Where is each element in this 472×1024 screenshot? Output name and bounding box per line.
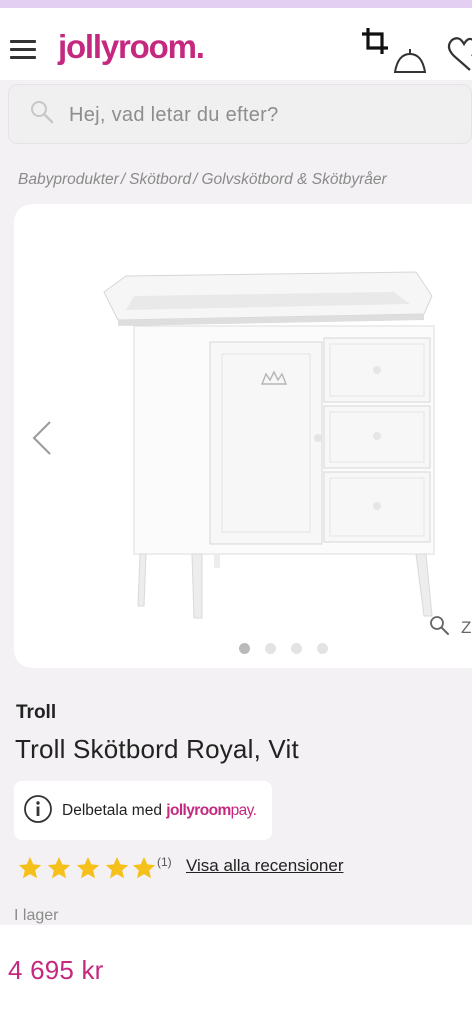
stock-status: I lager [14, 907, 59, 924]
zoom-icon[interactable] [428, 614, 452, 638]
rating-stars[interactable] [16, 854, 160, 882]
menu-icon[interactable] [10, 40, 36, 59]
installment-info[interactable]: Delbetala med jollyroompay. [14, 781, 272, 840]
gallery-dot[interactable] [265, 643, 276, 654]
installment-label: Delbetala med [62, 802, 162, 819]
zoom-label[interactable]: Z [461, 618, 471, 638]
gallery-dot[interactable] [239, 643, 250, 654]
review-count: (1) [157, 855, 172, 869]
breadcrumb-separator: / [193, 171, 198, 188]
product-image[interactable] [98, 256, 448, 626]
gallery-dot[interactable] [317, 643, 328, 654]
star-icon [47, 857, 71, 879]
product-brand[interactable]: Troll [16, 702, 56, 724]
star-icon [18, 857, 42, 879]
all-reviews-link[interactable]: Visa alla recensioner [186, 856, 344, 876]
site-header: jollyroom. [0, 8, 472, 80]
heart-icon[interactable] [442, 36, 472, 74]
breadcrumb-item[interactable]: Skötbord [129, 171, 191, 188]
site-logo[interactable]: jollyroom. [58, 28, 205, 66]
search-input[interactable]: Hej, vad letar du efter? [69, 104, 279, 127]
crop-icon[interactable] [360, 26, 390, 56]
status-strip [0, 0, 472, 8]
star-icon [76, 857, 100, 879]
product-gallery[interactable]: Z [14, 204, 472, 668]
price-bar: 4 695 kr [0, 925, 472, 1024]
pay-logo: jollyroompay. [166, 802, 257, 819]
pay-logo-suffix: pay. [230, 802, 257, 819]
breadcrumb-item[interactable]: Golvskötbord & Skötbyråer [201, 171, 386, 188]
pay-logo-main: jollyroom [166, 802, 231, 819]
product-title: Troll Skötbord Royal, Vit [15, 734, 299, 764]
gallery-dot[interactable] [291, 643, 302, 654]
breadcrumb-separator: / [120, 171, 126, 188]
cart-icon[interactable] [392, 46, 428, 76]
breadcrumb: Babyprodukter / Skötbord / Golvskötbord & Sk… [18, 171, 387, 189]
search-bar[interactable]: Hej, vad letar du efter? [8, 84, 472, 144]
product-price: 4 695 kr [8, 955, 104, 985]
star-icon [105, 857, 129, 879]
star-icon [132, 857, 156, 879]
gallery-pagination [239, 641, 343, 659]
search-icon [31, 101, 54, 124]
installment-text: Delbetala med jollyroompay. [62, 802, 257, 820]
chevron-left-icon[interactable] [28, 418, 54, 458]
breadcrumb-item[interactable]: Babyprodukter [18, 171, 119, 188]
info-icon [24, 795, 52, 823]
